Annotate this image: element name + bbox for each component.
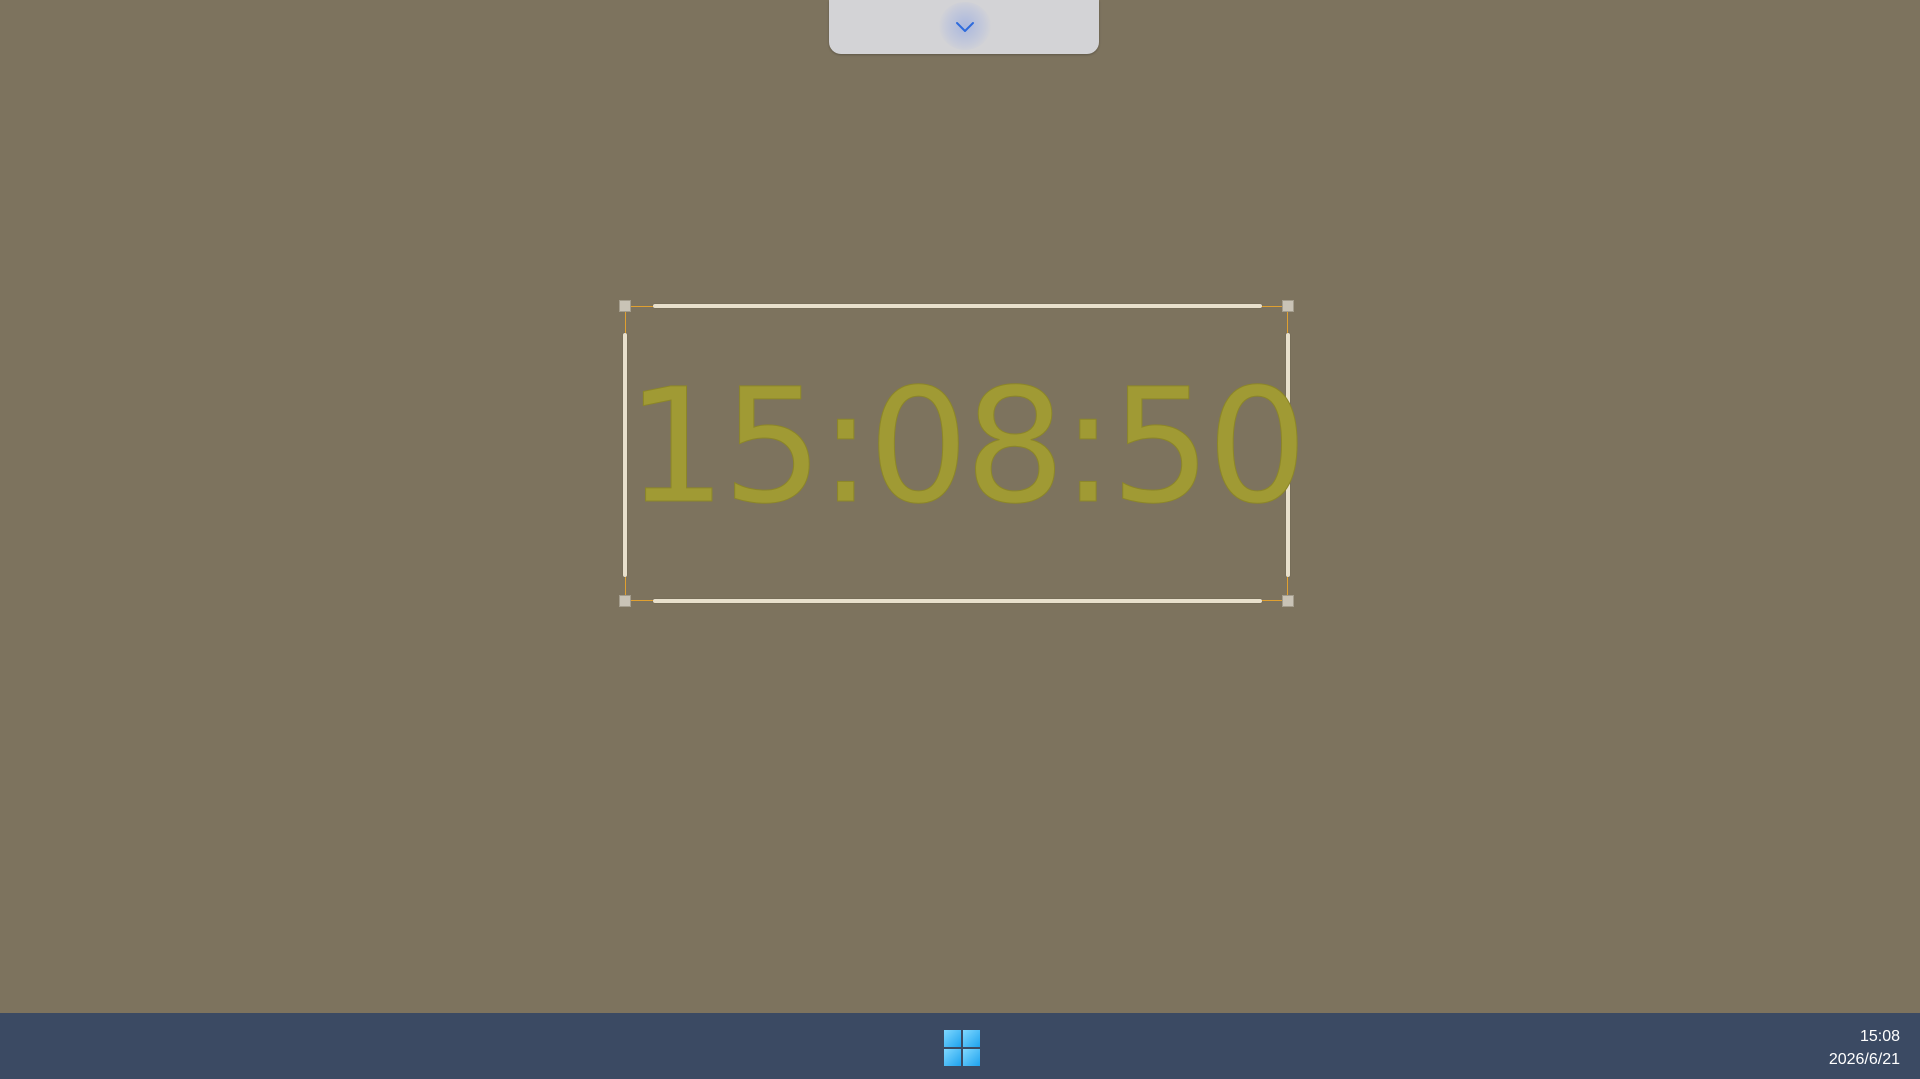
taskbar: 15:08 2026/6/21 bbox=[0, 1013, 1920, 1079]
system-tray-clock[interactable]: 15:08 2026/6/21 bbox=[1829, 1025, 1900, 1071]
desktop-background: 15:08:50 bbox=[0, 0, 1920, 1013]
start-button[interactable] bbox=[944, 1030, 980, 1066]
top-pull-down-tab[interactable] bbox=[829, 0, 1099, 54]
resize-corner-top-left[interactable] bbox=[619, 300, 631, 312]
resize-corner-top-right[interactable] bbox=[1282, 300, 1294, 312]
clock-widget[interactable]: 15:08:50 bbox=[619, 300, 1309, 607]
chevron-down-icon bbox=[956, 22, 974, 32]
resize-corner-bottom-right[interactable] bbox=[1282, 595, 1294, 607]
expand-button[interactable] bbox=[939, 2, 991, 50]
resize-handle-bottom[interactable] bbox=[653, 599, 1262, 603]
resize-corner-bottom-left[interactable] bbox=[619, 595, 631, 607]
clock-time-display: 15:08:50 bbox=[626, 355, 1309, 539]
tray-date: 2026/6/21 bbox=[1828, 1051, 1900, 1068]
resize-handle-top[interactable] bbox=[653, 304, 1262, 308]
tray-time: 15:08 bbox=[1859, 1028, 1900, 1045]
